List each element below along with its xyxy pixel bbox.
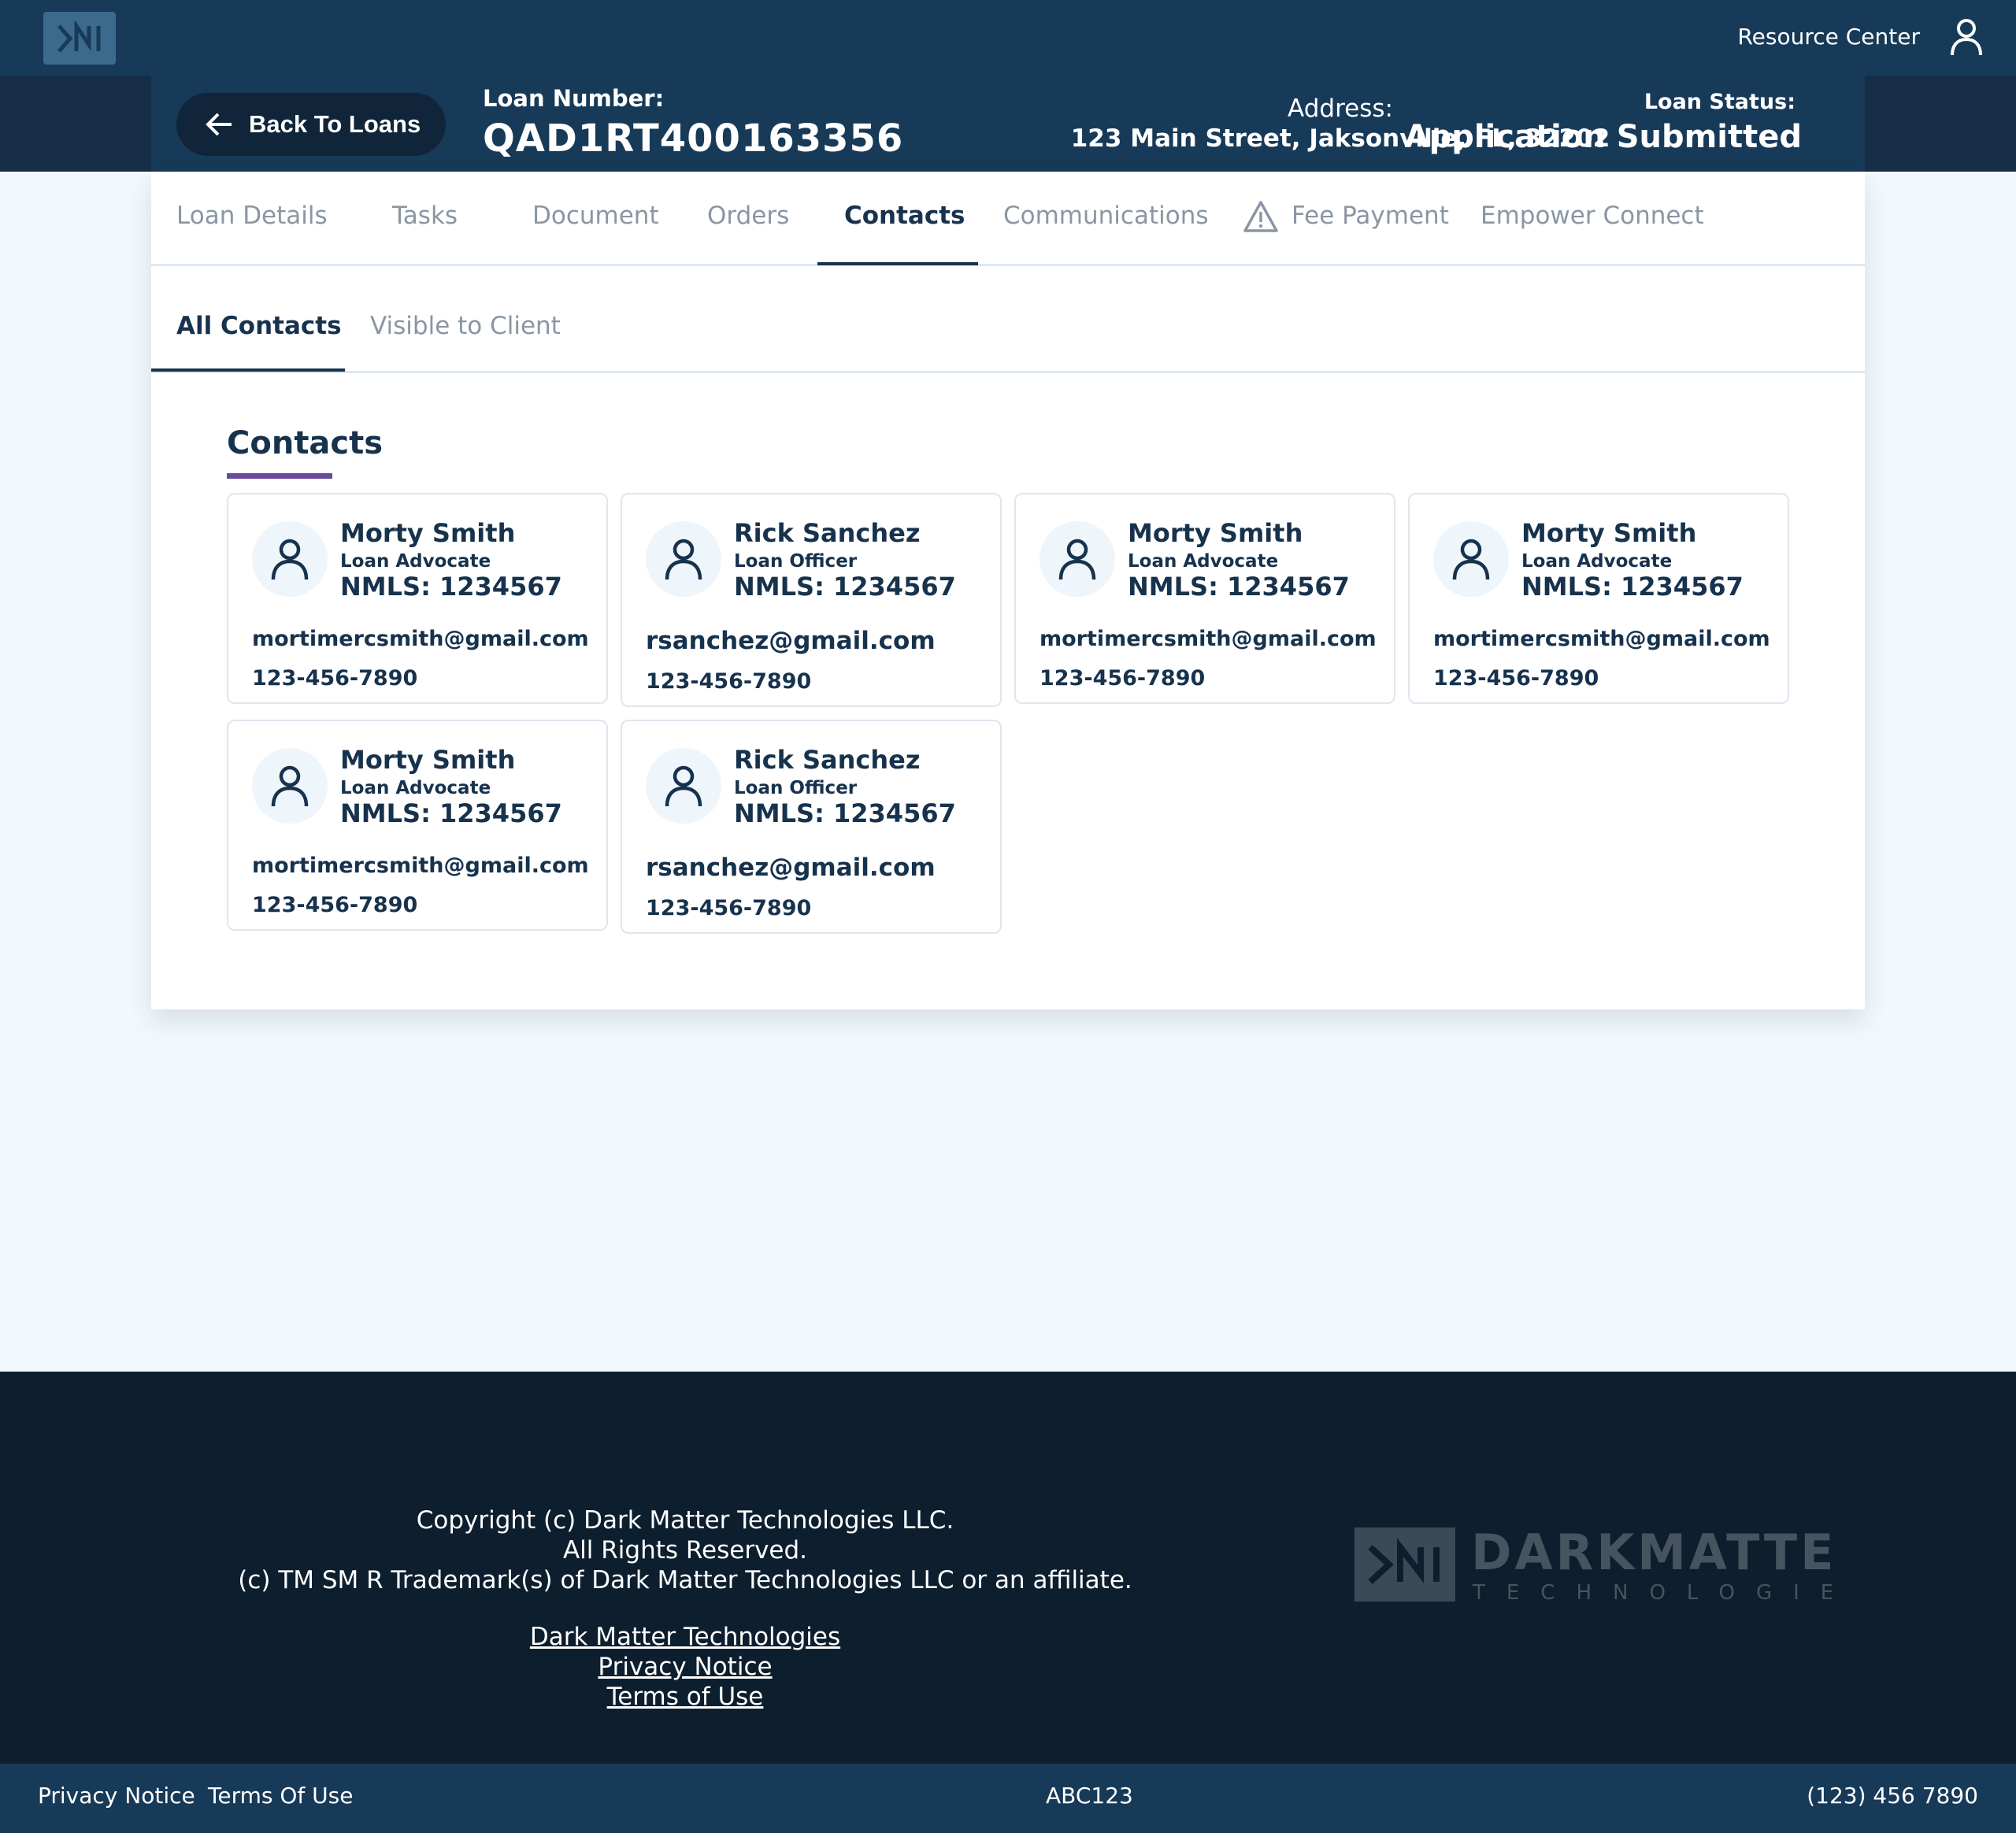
- loan-header: Back To Loans Loan Number: QAD1RT4001633…: [151, 76, 1865, 172]
- person-icon: [646, 748, 721, 824]
- brand-sub: TECHNOLOGIES: [1472, 1581, 1832, 1604]
- contact-subtabs: All Contacts Visible to Client: [151, 266, 1865, 373]
- copyright-text: Copyright (c) Dark Matter Technologies L…: [213, 1505, 1158, 1595]
- contact-role: Loan Advocate: [1521, 551, 1673, 572]
- contact-email[interactable]: mortimercsmith@gmail.com: [1433, 627, 1770, 651]
- contact-card[interactable]: Rick Sanchez Loan Officer NMLS: 1234567 …: [621, 493, 1002, 707]
- user-icon[interactable]: [1948, 17, 1984, 57]
- contact-phone[interactable]: 123-456-7890: [1040, 666, 1205, 691]
- loan-status-value: Application Submitted: [1404, 119, 1802, 155]
- contact-email[interactable]: mortimercsmith@gmail.com: [1040, 627, 1377, 651]
- loan-number: QAD1RT400163356: [483, 117, 904, 161]
- contact-phone[interactable]: 123-456-7890: [1433, 666, 1599, 691]
- tab-orders[interactable]: Orders: [707, 202, 789, 230]
- contact-email[interactable]: rsanchez@gmail.com: [646, 854, 936, 882]
- contact-name: Morty Smith: [340, 518, 516, 548]
- active-subtab-indicator: [151, 368, 345, 372]
- person-icon: [252, 521, 328, 597]
- footer-link-terms[interactable]: Terms of Use: [213, 1682, 1158, 1712]
- bottom-terms-link[interactable]: Terms Of Use: [208, 1783, 353, 1809]
- contact-name: Rick Sanchez: [734, 518, 921, 548]
- tab-tasks[interactable]: Tasks: [392, 202, 458, 230]
- contact-phone[interactable]: 123-456-7890: [646, 896, 811, 920]
- tab-contacts[interactable]: Contacts: [844, 202, 965, 230]
- loan-tabs: Loan Details Tasks Document Orders Conta…: [151, 172, 1865, 266]
- person-icon: [646, 521, 721, 597]
- loan-status-label: Loan Status:: [1644, 90, 1796, 114]
- contact-nmls: NMLS: 1234567: [1521, 572, 1744, 602]
- bottom-code: ABC123: [1046, 1783, 1133, 1809]
- contact-name: Morty Smith: [1128, 518, 1303, 548]
- footer-link-privacy[interactable]: Privacy Notice: [213, 1652, 1158, 1682]
- dm-logo-icon[interactable]: [43, 12, 116, 65]
- bottom-privacy-link[interactable]: Privacy Notice: [38, 1783, 195, 1809]
- top-bar: Resource Center: [0, 0, 2016, 76]
- contacts-heading-underline: [227, 473, 332, 479]
- footer-links: Dark Matter Technologies Privacy Notice …: [213, 1622, 1158, 1712]
- warning-icon: [1243, 200, 1279, 233]
- arrow-left-icon: [206, 113, 232, 136]
- person-icon: [1040, 521, 1115, 597]
- contact-role: Loan Advocate: [340, 778, 491, 798]
- contact-role: Loan Advocate: [340, 551, 491, 572]
- contact-role: Loan Advocate: [1128, 551, 1279, 572]
- person-icon: [1433, 521, 1509, 597]
- contact-name: Morty Smith: [340, 745, 516, 775]
- contact-email[interactable]: rsanchez@gmail.com: [646, 627, 936, 655]
- contact-card[interactable]: Morty Smith Loan Advocate NMLS: 1234567 …: [1014, 493, 1395, 704]
- copyright-line: (c) TM SM R Trademark(s) of Dark Matter …: [238, 1566, 1132, 1594]
- main-panel: Loan Details Tasks Document Orders Conta…: [151, 172, 1865, 1009]
- contact-email[interactable]: mortimercsmith@gmail.com: [252, 854, 589, 878]
- contacts-heading: Contacts: [227, 425, 384, 461]
- back-to-loans-label: Back To Loans: [249, 110, 421, 138]
- contact-nmls: NMLS: 1234567: [340, 572, 562, 602]
- footer-link-company[interactable]: Dark Matter Technologies: [213, 1622, 1158, 1652]
- contact-nmls: NMLS: 1234567: [340, 798, 562, 828]
- contact-role: Loan Officer: [734, 778, 858, 798]
- copyright-line: Copyright (c) Dark Matter Technologies L…: [416, 1506, 954, 1535]
- contact-role: Loan Officer: [734, 551, 858, 572]
- contact-card[interactable]: Morty Smith Loan Advocate NMLS: 1234567 …: [227, 720, 608, 931]
- bottom-bar: Privacy Notice Terms Of Use ABC123 (123)…: [0, 1764, 2016, 1833]
- back-to-loans-button[interactable]: Back To Loans: [176, 93, 446, 156]
- footer: Copyright (c) Dark Matter Technologies L…: [0, 1372, 2016, 1764]
- contact-phone[interactable]: 123-456-7890: [646, 669, 811, 694]
- person-icon: [252, 748, 328, 824]
- contact-nmls: NMLS: 1234567: [1128, 572, 1350, 602]
- copyright-line: All Rights Reserved.: [562, 1536, 808, 1565]
- tab-fee-payment[interactable]: Fee Payment: [1292, 202, 1449, 230]
- brand-word: DARKMATTER: [1471, 1525, 1832, 1581]
- resource-center-link[interactable]: Resource Center: [1737, 24, 1920, 50]
- subtab-all-contacts[interactable]: All Contacts: [176, 312, 342, 340]
- contact-nmls: NMLS: 1234567: [734, 798, 956, 828]
- loan-number-label: Loan Number:: [483, 85, 665, 112]
- contact-email[interactable]: mortimercsmith@gmail.com: [252, 627, 589, 651]
- tab-document[interactable]: Document: [532, 202, 659, 230]
- contact-nmls: NMLS: 1234567: [734, 572, 956, 602]
- contact-name: Morty Smith: [1521, 518, 1697, 548]
- active-tab-indicator: [817, 262, 978, 265]
- contact-name: Rick Sanchez: [734, 745, 921, 775]
- contact-card[interactable]: Morty Smith Loan Advocate NMLS: 1234567 …: [227, 493, 608, 704]
- tab-communications[interactable]: Communications: [1003, 202, 1209, 230]
- tab-empower-connect[interactable]: Empower Connect: [1480, 202, 1704, 230]
- darkmatter-logo: DARKMATTER TECHNOLOGIES: [1354, 1524, 1874, 1605]
- bottom-phone: (123) 456 7890: [1807, 1783, 1978, 1809]
- contact-card[interactable]: Morty Smith Loan Advocate NMLS: 1234567 …: [1408, 493, 1789, 704]
- contact-phone[interactable]: 123-456-7890: [252, 893, 417, 917]
- tab-loan-details[interactable]: Loan Details: [176, 202, 328, 230]
- subtab-visible-to-client[interactable]: Visible to Client: [370, 312, 561, 340]
- contact-card[interactable]: Rick Sanchez Loan Officer NMLS: 1234567 …: [621, 720, 1002, 934]
- contact-phone[interactable]: 123-456-7890: [252, 666, 417, 691]
